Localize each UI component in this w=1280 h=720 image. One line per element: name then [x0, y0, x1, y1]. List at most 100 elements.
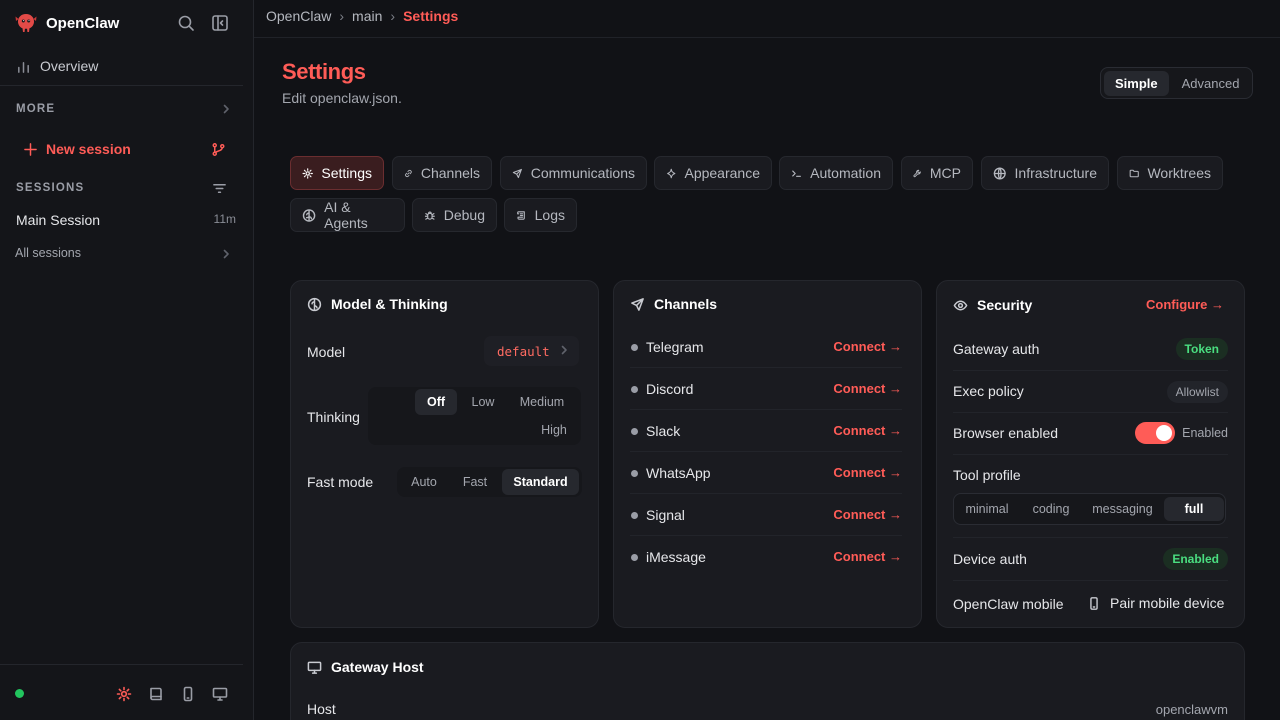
fast-mode-option-standard[interactable]: Standard — [502, 469, 579, 495]
tab-communications[interactable]: Communications — [500, 156, 647, 190]
thinking-label: Thinking — [307, 409, 360, 425]
browser-enabled-toggle[interactable] — [1135, 422, 1175, 444]
channel-row-slack: Slack Connect → — [630, 410, 902, 452]
connect-whatsapp-button[interactable]: Connect → — [833, 465, 902, 480]
channel-status-dot — [631, 344, 638, 351]
tab-debug[interactable]: Debug — [412, 198, 497, 232]
tool-profile-option-full[interactable]: full — [1164, 497, 1224, 521]
breadcrumb-item[interactable]: main — [352, 8, 382, 24]
tool-profile-option-messaging[interactable]: messaging — [1085, 497, 1160, 521]
book-icon[interactable] — [148, 686, 164, 702]
sessions-section-header: SESSIONS — [16, 182, 85, 194]
tab-logs[interactable]: Logs — [504, 198, 577, 232]
tab-infrastructure[interactable]: Infrastructure — [981, 156, 1109, 190]
thinking-option-medium[interactable]: Medium — [511, 389, 573, 415]
globe-icon — [993, 167, 1006, 179]
exec-policy-badge: Allowlist — [1166, 381, 1228, 403]
card-title: Security — [977, 297, 1033, 313]
tab-label: Automation — [810, 165, 881, 181]
branch-icon[interactable] — [211, 142, 226, 157]
pair-mobile-label: Pair mobile device — [1110, 595, 1225, 611]
mobile-icon[interactable] — [180, 686, 196, 702]
connect-signal-button[interactable]: Connect → — [833, 507, 902, 522]
pair-mobile-button[interactable]: Pair mobile device — [1087, 595, 1224, 611]
chevron-right-icon[interactable] — [221, 249, 231, 259]
model-select[interactable]: default — [484, 336, 579, 366]
top-bar: OpenClaw › main › Settings — [254, 0, 1280, 38]
tab-mcp[interactable]: MCP — [901, 156, 973, 190]
tab-label: Infrastructure — [1014, 165, 1097, 181]
new-session-button[interactable]: New session — [24, 141, 131, 157]
chevron-right-icon — [561, 345, 567, 355]
tab-channels[interactable]: Channels — [392, 156, 492, 190]
card-header: Gateway Host — [307, 659, 424, 675]
tab-settings[interactable]: Settings — [290, 156, 384, 190]
fast-mode-selector: Auto Fast Standard — [397, 467, 582, 497]
tab-ai-agents[interactable]: AI & Agents — [290, 198, 405, 232]
chevron-right-icon[interactable] — [221, 104, 231, 114]
search-icon[interactable] — [177, 14, 195, 32]
divider — [0, 85, 243, 86]
sidebar-item-overview[interactable]: Overview — [16, 57, 98, 75]
filter-icon[interactable] — [212, 181, 227, 196]
sidebar-item-label: Overview — [40, 58, 99, 74]
exec-policy-label: Exec policy — [953, 383, 1024, 399]
tool-profile-option-coding[interactable]: coding — [1021, 497, 1081, 521]
tab-label: Settings — [321, 165, 372, 181]
connect-slack-button[interactable]: Connect → — [833, 423, 902, 438]
card-header: Model & Thinking — [307, 296, 448, 312]
mode-option-simple[interactable]: Simple — [1104, 70, 1169, 96]
channel-row-imessage: iMessage Connect → — [630, 536, 902, 578]
session-item[interactable]: Main Session 11m — [16, 212, 236, 228]
all-sessions-link[interactable]: All sessions — [15, 246, 81, 260]
tab-worktrees[interactable]: Worktrees — [1117, 156, 1223, 190]
breadcrumb-separator: › — [339, 8, 345, 24]
tool-profile-option-minimal[interactable]: minimal — [957, 497, 1017, 521]
device-auth-badge: Enabled — [1163, 548, 1228, 570]
thinking-selector: Off Low Medium High — [368, 387, 581, 445]
mode-toggle: Simple Advanced — [1100, 67, 1253, 99]
tab-automation[interactable]: Automation — [779, 156, 893, 190]
fast-mode-option-auto[interactable]: Auto — [400, 469, 448, 495]
device-auth-label: Device auth — [953, 551, 1027, 567]
channel-status-dot — [631, 554, 638, 561]
channel-row-telegram: Telegram Connect → — [630, 326, 902, 368]
browser-enabled-label: Browser enabled — [953, 425, 1059, 441]
card-header: Security — [953, 297, 1032, 313]
connect-discord-button[interactable]: Connect → — [833, 381, 902, 396]
gateway-host-card: Gateway Host Host openclawvm — [290, 642, 1245, 720]
connect-telegram-button[interactable]: Connect → — [833, 339, 902, 354]
bar-chart-icon — [18, 61, 29, 73]
desktop-icon[interactable] — [212, 686, 228, 702]
brand[interactable]: OpenClaw — [14, 11, 119, 35]
collapse-sidebar-icon[interactable] — [211, 14, 229, 32]
sidebar: OpenClaw Overview MORE New session SESSI… — [0, 0, 254, 720]
page-subtitle: Edit openclaw.json. — [282, 90, 402, 106]
card-title: Gateway Host — [331, 659, 424, 675]
brain-icon — [307, 297, 322, 311]
channel-name: Discord — [646, 381, 694, 397]
tab-label: Channels — [420, 165, 480, 181]
tab-label: Worktrees — [1147, 165, 1211, 181]
channel-name: Telegram — [646, 339, 704, 355]
model-thinking-card: Model & Thinking Model default Thinking … — [290, 280, 599, 628]
thinking-option-high[interactable]: High — [528, 417, 580, 443]
channel-status-dot — [631, 512, 638, 519]
thinking-option-off[interactable]: Off — [415, 389, 457, 415]
tab-label: Appearance — [684, 165, 760, 181]
fast-mode-option-fast[interactable]: Fast — [452, 469, 498, 495]
more-section-header[interactable]: MORE — [16, 103, 55, 115]
thinking-option-low[interactable]: Low — [461, 389, 505, 415]
channel-name: Signal — [646, 507, 685, 523]
tab-appearance[interactable]: Appearance — [654, 156, 772, 190]
mode-option-advanced[interactable]: Advanced — [1171, 71, 1251, 96]
tab-label: Logs — [534, 207, 565, 223]
sparkle-icon — [667, 168, 676, 178]
card-title: Model & Thinking — [331, 296, 448, 312]
page-title: Settings — [282, 59, 366, 84]
configure-security-link[interactable]: Configure → — [1146, 297, 1224, 312]
gear-icon[interactable] — [116, 686, 132, 702]
channel-row-whatsapp: WhatsApp Connect → — [630, 452, 902, 494]
connect-imessage-button[interactable]: Connect → — [833, 549, 902, 564]
breadcrumb-item[interactable]: OpenClaw — [266, 8, 331, 24]
